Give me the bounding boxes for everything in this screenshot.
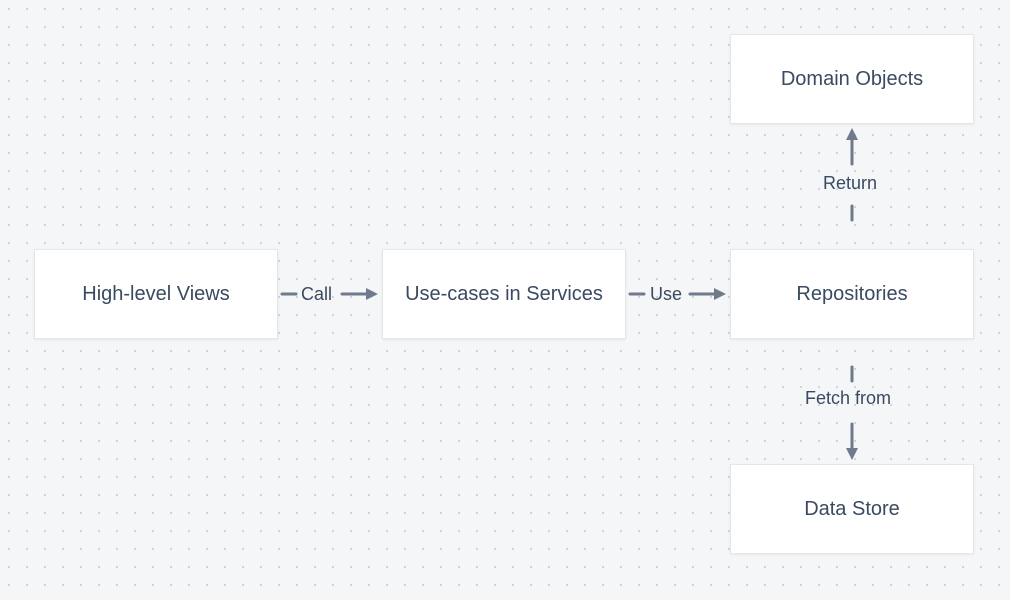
edge-fetchfrom-arrow-icon [843, 420, 861, 464]
node-label: High-level Views [82, 280, 229, 308]
node-label: Domain Objects [781, 65, 923, 93]
edge-label-use: Use [650, 284, 682, 305]
node-repositories[interactable]: Repositories [730, 249, 974, 339]
edge-fetchfrom-dash-icon [843, 339, 861, 386]
edge-return-arrow-icon [843, 124, 861, 168]
node-label: Data Store [804, 495, 900, 523]
edge-call-arrow-icon [338, 285, 382, 303]
edge-label-return: Return [823, 173, 877, 194]
edge-return-dash-icon [843, 202, 861, 249]
node-use-cases-services[interactable]: Use-cases in Services [382, 249, 626, 339]
edge-call-dash-icon [278, 285, 300, 303]
edge-use-arrow-icon [686, 285, 730, 303]
edge-use-dash-icon [626, 285, 648, 303]
node-high-level-views[interactable]: High-level Views [34, 249, 278, 339]
node-label: Use-cases in Services [405, 280, 603, 308]
node-domain-objects[interactable]: Domain Objects [730, 34, 974, 124]
node-data-store[interactable]: Data Store [730, 464, 974, 554]
edge-label-call: Call [301, 284, 332, 305]
node-label: Repositories [796, 280, 907, 308]
edge-label-fetch-from: Fetch from [805, 388, 891, 409]
